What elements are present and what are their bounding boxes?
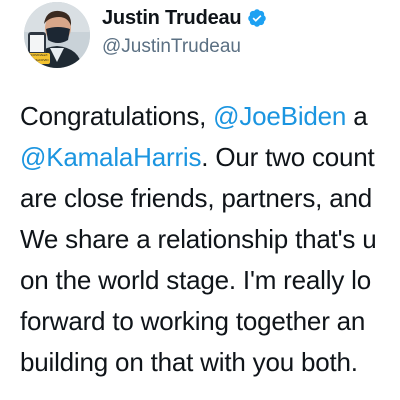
- tweet-text-line: Congratulations, @JoeBiden a: [20, 96, 400, 137]
- avatar[interactable]: #COVIDAlert #AlerteCOVID: [24, 2, 90, 68]
- display-name-row: Justin Trudeau: [102, 6, 267, 30]
- tweet-text-segment: . Our two count: [201, 142, 375, 172]
- display-name[interactable]: Justin Trudeau: [102, 7, 242, 30]
- tweet-card: #COVIDAlert #AlerteCOVID Justin Trudeau …: [0, 0, 400, 400]
- tweet-text-line: forward to working together an: [20, 301, 400, 342]
- tweet-text-segment: We share a relationship that's u: [20, 224, 377, 254]
- verified-badge-icon: [247, 8, 267, 28]
- tweet-text-segment: a: [346, 101, 368, 131]
- tweet-text-line: @KamalaHarris. Our two count: [20, 137, 400, 178]
- author-names: Justin Trudeau @JustinTrudeau: [102, 6, 267, 58]
- tweet-text-segment: are close friends, partners, and: [20, 183, 373, 213]
- tweet-text-line: We share a relationship that's u: [20, 219, 400, 260]
- tweet-text-line: on the world stage. I'm really lo: [20, 260, 400, 301]
- tweet-text-line: building on that with you both.: [20, 342, 400, 383]
- author-handle[interactable]: @JustinTrudeau: [102, 36, 267, 58]
- mention-link[interactable]: @KamalaHarris: [20, 142, 201, 172]
- tweet-text-segment: building on that with you both.: [20, 347, 358, 377]
- tweet-text-line: are close friends, partners, and: [20, 178, 400, 219]
- mention-link[interactable]: @JoeBiden: [213, 101, 346, 131]
- avatar-badge-text: #COVIDAlert #AlerteCOVID: [27, 53, 49, 62]
- tweet-text: Congratulations, @JoeBiden a @KamalaHarri…: [20, 96, 400, 383]
- tweet-text-segment: on the world stage. I'm really lo: [20, 265, 371, 295]
- tweet-header: #COVIDAlert #AlerteCOVID Justin Trudeau …: [20, 0, 400, 72]
- tweet-text-segment: forward to working together an: [20, 306, 366, 336]
- tweet-text-segment: Congratulations,: [20, 101, 214, 131]
